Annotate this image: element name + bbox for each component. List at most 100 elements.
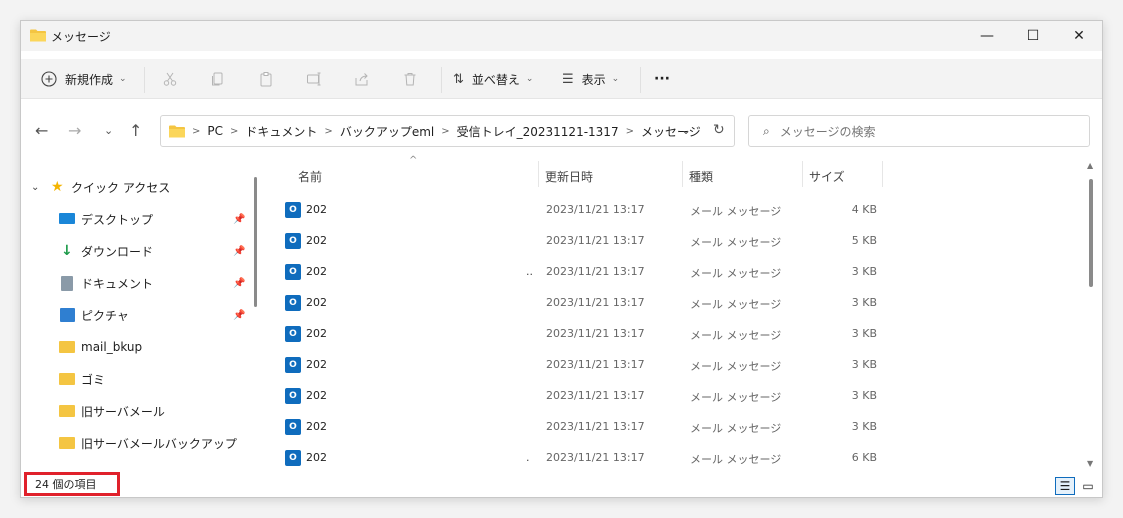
divider [441,67,442,93]
file-type: メール メッセージ [690,205,782,218]
pin-icon[interactable]: 📌 [233,246,245,257]
table-row[interactable]: O 202 2023/11/21 13:17 メール メッセージ 5 KB [281,226,1081,257]
maximize-button[interactable]: ☐ [1010,21,1056,51]
sidebar-item-documents[interactable]: ドキュメント 📌 [21,269,257,297]
address-history-chevron-icon[interactable]: ⌄ [681,123,691,137]
file-list-scrollbar[interactable]: ▲ ▼ [1086,161,1096,471]
table-row[interactable]: O 202 2023/11/21 13:17 メール メッセージ 3 KB [281,412,1081,443]
view-label: 表示 [581,72,606,87]
sidebar-item-label: ドキュメント [81,276,154,291]
column-header-modified[interactable]: 更新日時 [545,163,593,189]
breadcrumb-item[interactable]: バックアップeml [340,123,434,140]
forward-arrow-icon[interactable]: → [68,121,81,140]
chevron-right-icon: > [192,125,201,137]
file-type: メール メッセージ [690,329,782,342]
sidebar-item-old-server-mail[interactable]: 旧サーバメール [21,397,257,425]
file-type: メール メッセージ [690,298,782,311]
large-icons-view-button[interactable]: ▭ [1078,477,1098,495]
file-size: 3 KB [851,327,877,340]
search-icon: ⌕ [763,123,770,138]
sort-button[interactable]: ⇅ 並べ替え ⌄ [453,65,533,93]
minimize-button[interactable]: — [964,21,1010,51]
sidebar-item-desktop[interactable]: デスクトップ 📌 [21,205,257,233]
column-header-label: 名前 [298,169,323,184]
file-modified: 2023/11/21 13:17 [546,234,645,247]
rename-icon [307,72,321,86]
scroll-down-icon[interactable]: ▼ [1087,459,1093,468]
pin-icon[interactable]: 📌 [233,278,245,289]
back-arrow-icon[interactable]: ← [35,121,48,140]
column-header-type[interactable]: 種類 [689,163,713,189]
search-box[interactable]: ⌕ メッセージの検索 [748,115,1090,147]
pin-icon[interactable]: 📌 [233,310,245,321]
document-icon [61,276,73,291]
file-modified: 2023/11/21 13:17 [546,203,645,216]
share-button[interactable] [354,65,370,93]
paste-button[interactable] [258,65,274,93]
table-row[interactable]: O 202.. 2023/11/21 13:17 メール メッセージ 3 KB [281,257,1081,288]
column-divider[interactable] [882,161,883,187]
outlook-mail-icon: O [285,202,301,218]
column-divider[interactable] [802,161,803,187]
more-icon: ··· [654,71,670,87]
table-row[interactable]: O 202 2023/11/21 13:17 メール メッセージ 3 KB [281,381,1081,412]
file-name: 202 [306,327,327,340]
view-button[interactable]: ☰ 表示 ⌄ [562,65,619,93]
sidebar-item-pictures[interactable]: ピクチャ 📌 [21,301,257,329]
up-arrow-icon[interactable]: ↑ [129,121,142,140]
scroll-up-icon[interactable]: ▲ [1087,161,1093,170]
sidebar-item-mail-bkup[interactable]: mail_bkup [21,333,257,361]
column-header-size[interactable]: サイズ [809,163,845,189]
sidebar-item-downloads[interactable]: ↓ ダウンロード 📌 [21,237,257,265]
column-divider[interactable] [682,161,683,187]
cut-button[interactable] [162,65,178,93]
file-name: 202 [306,203,327,216]
folder-icon [59,437,75,449]
pin-icon[interactable]: 📌 [233,214,245,225]
details-view-icon: ☰ [1059,479,1071,493]
address-bar[interactable]: > PC > ドキュメント > バックアップeml > 受信トレイ_202311… [160,115,735,147]
breadcrumb-item[interactable]: ドキュメント [245,123,317,140]
details-view-button[interactable]: ☰ [1055,477,1075,495]
command-bar: 新規作成 ⌄ ⇅ 並べ替え ⌄ ☰ 表示 ⌄ ··· [21,59,1102,99]
column-divider[interactable] [538,161,539,187]
file-type: メール メッセージ [690,391,782,404]
copy-button[interactable] [210,65,226,93]
copy-icon [212,72,223,86]
plus-circle-icon [41,71,57,87]
table-row[interactable]: O 202 2023/11/21 13:17 メール メッセージ 3 KB [281,319,1081,350]
large-icons-view-icon: ▭ [1082,479,1094,493]
file-name-extra: .. [526,265,533,278]
sort-label: 並べ替え [471,72,520,87]
maximize-icon: ☐ [1026,28,1040,44]
sidebar-item-label: ピクチャ [81,308,129,323]
file-name-extra: . [526,451,530,464]
breadcrumb-item[interactable]: PC [207,124,223,138]
sidebar-item-label: ダウンロード [81,244,154,259]
refresh-icon[interactable]: ↻ [713,122,725,138]
delete-button[interactable] [402,65,418,93]
more-options-button[interactable]: ··· [654,65,670,93]
scrollbar-thumb[interactable] [1089,179,1093,287]
sidebar-item-trash-folder[interactable]: ゴミ [21,365,257,393]
trash-icon [404,73,416,86]
new-button[interactable]: 新規作成 ⌄ [41,65,127,93]
column-header-name[interactable]: 名前 [298,163,322,189]
file-name: 202 [306,389,327,402]
recent-chevron-icon[interactable]: ⌄ [104,124,113,137]
close-button[interactable]: ✕ [1056,21,1102,51]
table-row[interactable]: O 202 2023/11/21 13:17 メール メッセージ 3 KB [281,288,1081,319]
breadcrumb-item[interactable]: 受信トレイ_20231121-1317 [457,123,619,140]
table-row[interactable]: O 202 2023/11/21 13:17 メール メッセージ 3 KB [281,350,1081,381]
table-row[interactable]: O 202 2023/11/21 13:17 メール メッセージ 4 KB [281,195,1081,226]
rename-button[interactable] [306,65,322,93]
title-bar[interactable]: メッセージ — ☐ ✕ [21,21,1102,51]
outlook-mail-icon: O [285,295,301,311]
sidebar-item-old-server-mail-backup[interactable]: 旧サーバメールバックアップ [21,429,257,457]
table-row[interactable]: O 202. 2023/11/21 13:17 メール メッセージ 6 KB [281,443,1081,474]
sidebar-item-quick-access[interactable]: ⌄ ★ クイック アクセス [21,173,257,201]
breadcrumb-item[interactable]: メッセージ [641,123,701,140]
folder-icon [59,405,75,417]
sidebar-scrollbar[interactable] [254,177,257,307]
chevron-right-icon: > [441,125,450,137]
